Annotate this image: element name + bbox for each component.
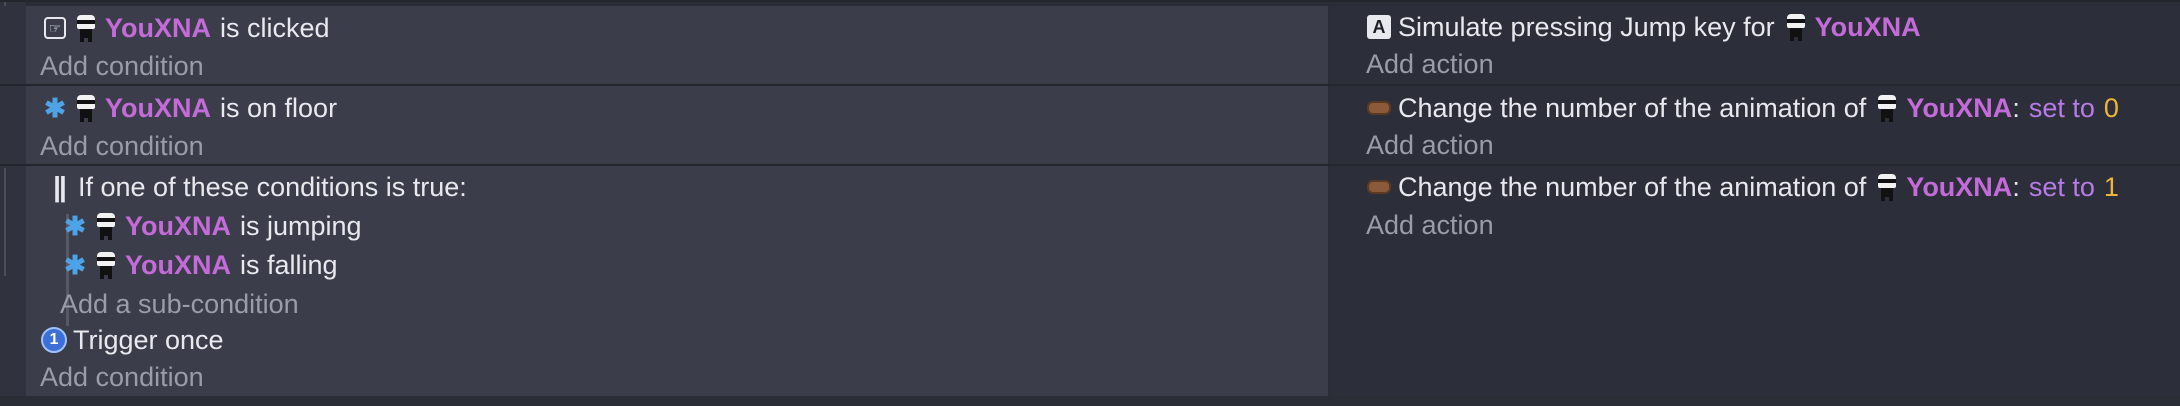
- operator-text: set to: [2028, 172, 2095, 202]
- event-gutter: [0, 0, 26, 396]
- object-name: YouXNA: [1814, 12, 1921, 42]
- add-action-link[interactable]: Add action: [1366, 128, 1494, 162]
- puzzle-icon: ✱: [64, 250, 86, 280]
- event-2-actions: Change the number of the animation of Yo…: [1330, 86, 2180, 164]
- operator-text: set to: [2028, 93, 2095, 123]
- subcondition-row[interactable]: ✱ YouXNA is falling: [62, 248, 338, 282]
- subcondition-row[interactable]: ✱ YouXNA is jumping: [62, 209, 362, 243]
- event-1-actions: A Simulate pressing Jump key for YouXNA …: [1330, 6, 2180, 84]
- event-3-actions: Change the number of the animation of Yo…: [1330, 166, 2180, 396]
- object-name: YouXNA: [1906, 93, 2013, 123]
- or-condition-row[interactable]: || If one of these conditions is true:: [46, 170, 467, 204]
- add-condition-link[interactable]: Add condition: [40, 360, 204, 394]
- subcondition-text: is jumping: [240, 211, 362, 241]
- action-colon: :: [2012, 172, 2020, 202]
- ninja-sprite-icon: [74, 94, 98, 122]
- sheet-bottom: [0, 396, 2180, 406]
- condition-row[interactable]: 1 Trigger once: [41, 323, 224, 357]
- ninja-sprite-icon: [74, 14, 98, 42]
- action-text: Change the number of the animation of: [1398, 172, 1867, 202]
- or-condition-icon: ||: [53, 171, 67, 202]
- event-1[interactable]: ☞ YouXNA is clicked Add condition A Simu…: [26, 6, 2180, 84]
- value-text: 0: [2103, 93, 2119, 123]
- puzzle-icon: ✱: [44, 93, 66, 123]
- event-divider: [0, 0, 2180, 2]
- gutter-bar: [4, 168, 6, 276]
- trigger-once-icon: 1: [41, 327, 67, 353]
- value-text: 1: [2103, 172, 2119, 202]
- event-1-conditions: ☞ YouXNA is clicked Add condition: [26, 6, 1330, 84]
- or-condition-text: If one of these conditions is true:: [78, 172, 467, 202]
- object-name: YouXNA: [1906, 172, 2013, 202]
- add-action-link[interactable]: Add action: [1366, 208, 1494, 242]
- mouse-click-icon: ☞: [42, 15, 68, 41]
- action-row[interactable]: Change the number of the animation of Yo…: [1366, 91, 2119, 125]
- action-row[interactable]: A Simulate pressing Jump key for YouXNA: [1366, 10, 1921, 44]
- ninja-sprite-icon: [1875, 94, 1899, 122]
- action-row[interactable]: Change the number of the animation of Yo…: [1366, 170, 2119, 204]
- animation-icon: [1366, 95, 1392, 121]
- ninja-sprite-icon: [94, 251, 118, 279]
- add-condition-link[interactable]: Add condition: [40, 49, 204, 83]
- condition-text: Trigger once: [73, 325, 224, 355]
- animation-icon: [1366, 174, 1392, 200]
- subcondition-text: is falling: [240, 250, 338, 280]
- ninja-sprite-icon: [1784, 13, 1808, 41]
- condition-text: is clicked: [220, 13, 330, 43]
- object-name: YouXNA: [125, 211, 231, 241]
- condition-row[interactable]: ✱ YouXNA is on floor: [42, 91, 337, 125]
- object-name: YouXNA: [105, 13, 211, 43]
- condition-row[interactable]: ☞ YouXNA is clicked: [42, 11, 330, 45]
- event-3[interactable]: || If one of these conditions is true: ✱…: [26, 166, 2180, 396]
- puzzle-icon: ✱: [64, 211, 86, 241]
- condition-text: is on floor: [220, 93, 338, 123]
- object-name: YouXNA: [105, 93, 211, 123]
- action-text: Simulate pressing Jump key for: [1398, 12, 1775, 42]
- object-name: YouXNA: [125, 250, 231, 280]
- events-sheet: ☞ YouXNA is clicked Add condition A Simu…: [0, 0, 2180, 406]
- add-action-link[interactable]: Add action: [1366, 47, 1494, 81]
- ninja-sprite-icon: [1875, 173, 1899, 201]
- add-subcondition-link[interactable]: Add a sub-condition: [60, 287, 299, 321]
- keyboard-key-icon: A: [1366, 14, 1392, 40]
- action-text: Change the number of the animation of: [1398, 93, 1867, 123]
- event-2[interactable]: ✱ YouXNA is on floor Add condition Chang…: [26, 86, 2180, 164]
- add-condition-link[interactable]: Add condition: [40, 129, 204, 163]
- event-3-conditions: || If one of these conditions is true: ✱…: [26, 166, 1330, 396]
- action-colon: :: [2012, 93, 2020, 123]
- ninja-sprite-icon: [94, 212, 118, 240]
- event-2-conditions: ✱ YouXNA is on floor Add condition: [26, 86, 1330, 164]
